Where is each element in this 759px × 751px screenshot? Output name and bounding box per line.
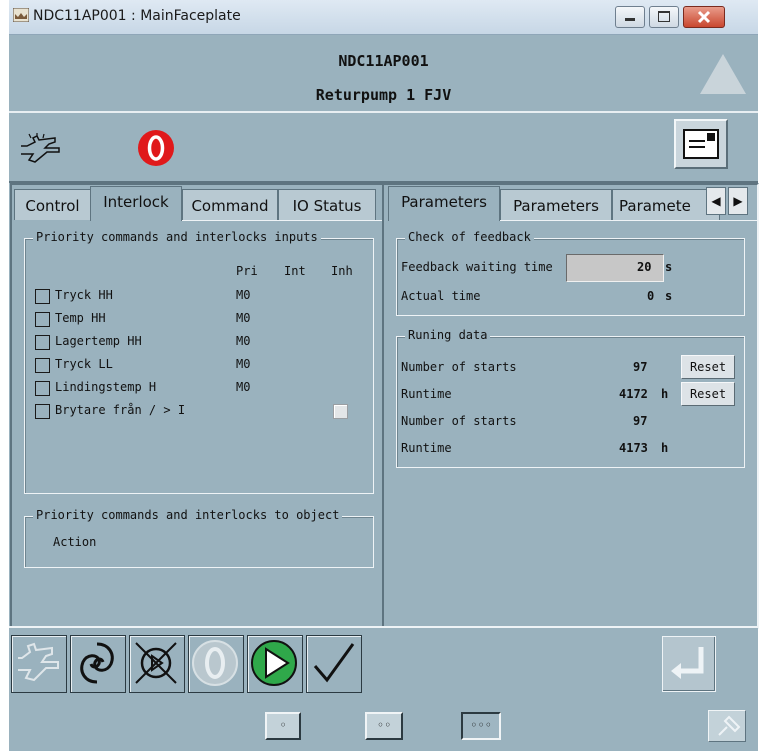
maximize-button[interactable] bbox=[649, 6, 679, 28]
feedback-group: Check of feedback Feedback waiting time … bbox=[396, 230, 745, 316]
manual-button[interactable] bbox=[11, 635, 67, 693]
message-icon bbox=[683, 129, 719, 159]
runtime-value-1: 4172 bbox=[619, 387, 648, 401]
object-tag: NDC11AP001 bbox=[338, 52, 429, 70]
page-three-button[interactable]: ◦◦◦ bbox=[461, 712, 501, 740]
running-group: Runing data Number of starts 97 Reset Ru… bbox=[396, 328, 745, 468]
tab-interlock[interactable]: Interlock bbox=[90, 186, 182, 221]
row-label-lagertemp-hh: Lagertemp HH bbox=[55, 334, 142, 348]
action-label: Action bbox=[53, 535, 97, 549]
starts-label-2: Number of starts bbox=[401, 414, 517, 428]
starts-value-1: 97 bbox=[633, 360, 648, 374]
tab-io-status[interactable]: IO Status bbox=[278, 189, 376, 220]
row-pri-tryck-ll: M0 bbox=[236, 357, 251, 371]
title-bar: NDC11AP001 : MainFaceplate bbox=[9, 0, 758, 35]
return-icon bbox=[671, 647, 704, 679]
page-one-button[interactable]: ◦ bbox=[265, 712, 301, 740]
window-title: NDC11AP001 : MainFaceplate bbox=[33, 8, 241, 24]
actual-time-unit: s bbox=[665, 289, 673, 303]
feedback-group-title: Check of feedback bbox=[405, 230, 534, 244]
out-of-service-icon bbox=[135, 642, 177, 684]
tab-scroll-right-button[interactable]: ▶ bbox=[728, 187, 748, 215]
pin-icon bbox=[718, 715, 741, 736]
row-label-brytare: Brytare från / > I bbox=[55, 403, 186, 417]
message-button[interactable] bbox=[674, 119, 728, 169]
row-pri-temp-hh: M0 bbox=[236, 311, 251, 325]
alarm-triangle-icon bbox=[700, 54, 746, 94]
runtime-unit-2: h bbox=[661, 441, 669, 455]
object-group: Priority commands and interlocks to obje… bbox=[24, 508, 374, 568]
runtime-label-1: Runtime bbox=[401, 387, 452, 401]
stop-disabled-button[interactable] bbox=[188, 635, 244, 693]
reset-starts-button[interactable]: Reset bbox=[681, 355, 735, 379]
column-inh: Inh bbox=[331, 264, 353, 278]
inputs-group-title: Priority commands and interlocks inputs bbox=[33, 230, 321, 244]
hand-icon bbox=[21, 133, 60, 163]
row-label-tryck-ll: Tryck LL bbox=[55, 357, 113, 371]
reset-runtime-button[interactable]: Reset bbox=[681, 382, 735, 406]
auto-button[interactable] bbox=[70, 635, 126, 693]
checkbox-tryck-hh[interactable] bbox=[35, 289, 50, 304]
runtime-value-2: 4173 bbox=[619, 441, 648, 455]
checkbox-lagertemp-hh[interactable] bbox=[35, 335, 50, 350]
column-pri: Pri bbox=[236, 264, 258, 278]
minimize-button[interactable] bbox=[615, 6, 645, 28]
actual-time-value: 0 bbox=[647, 289, 655, 303]
close-button[interactable] bbox=[683, 6, 725, 28]
start-button[interactable] bbox=[247, 635, 303, 693]
page-two-button[interactable]: ◦◦ bbox=[365, 712, 403, 740]
inputs-group: Priority commands and interlocks inputs … bbox=[24, 230, 374, 494]
runtime-label-2: Runtime bbox=[401, 441, 452, 455]
runtime-unit-1: h bbox=[661, 387, 669, 401]
checkbox-tryck-ll[interactable] bbox=[35, 358, 50, 373]
return-button[interactable] bbox=[662, 636, 716, 692]
command-toolbar bbox=[9, 626, 758, 700]
tab-parameters-2[interactable]: Parameters bbox=[500, 189, 612, 220]
manual-icon bbox=[18, 642, 59, 682]
status-bar: ◦ ◦◦ ◦◦◦ bbox=[9, 698, 758, 751]
checkbox-brytare[interactable] bbox=[35, 404, 50, 419]
faceplate-header: NDC11AP001 Returpump 1 FJV bbox=[9, 35, 758, 110]
feedback-waiting-value: 20 bbox=[637, 260, 652, 274]
row-pri-lindingstemp-h: M0 bbox=[236, 380, 251, 394]
tab-control[interactable]: Control bbox=[14, 189, 91, 220]
stop-icon bbox=[138, 130, 174, 166]
left-panel: Control Interlock Command IO Status Prio… bbox=[10, 183, 384, 629]
checkbox-temp-hh[interactable] bbox=[35, 312, 50, 327]
checkbox-lindingstemp-h[interactable] bbox=[35, 381, 50, 396]
feedback-waiting-unit: s bbox=[665, 260, 673, 274]
row-label-tryck-hh: Tryck HH bbox=[55, 288, 113, 302]
feedback-waiting-label: Feedback waiting time bbox=[401, 260, 553, 274]
tab-parameters-1[interactable]: Parameters bbox=[388, 186, 500, 221]
column-int: Int bbox=[284, 264, 306, 278]
row-label-lindingstemp-h: Lindingstemp H bbox=[55, 380, 157, 394]
starts-label-1: Number of starts bbox=[401, 360, 517, 374]
auto-icon bbox=[80, 642, 114, 684]
acknowledge-icon bbox=[313, 643, 355, 683]
row-label-temp-hh: Temp HH bbox=[55, 311, 106, 325]
start-icon bbox=[251, 640, 297, 686]
tab-scroll-left-button[interactable]: ◀ bbox=[706, 187, 726, 215]
inhibit-checkbox-brytare[interactable] bbox=[333, 404, 348, 419]
app-icon bbox=[13, 8, 29, 22]
object-description: Returpump 1 FJV bbox=[315, 86, 452, 104]
acknowledge-button[interactable] bbox=[306, 635, 362, 693]
right-panel: Parameters Parameters Paramete ◀ ▶ Check… bbox=[382, 183, 759, 629]
tab-command[interactable]: Command bbox=[182, 189, 278, 220]
tab-parameters-3[interactable]: Paramete bbox=[612, 189, 720, 220]
stop-disabled-icon bbox=[192, 640, 238, 686]
faceplate-window: NDC11AP001 : MainFaceplate NDC11AP001 Re… bbox=[9, 0, 759, 751]
starts-value-2: 97 bbox=[633, 414, 648, 428]
object-group-title: Priority commands and interlocks to obje… bbox=[33, 508, 343, 522]
row-pri-tryck-hh: M0 bbox=[236, 288, 251, 302]
out-of-service-button[interactable] bbox=[129, 635, 185, 693]
status-toolbar bbox=[9, 111, 758, 183]
actual-time-label: Actual time bbox=[401, 289, 481, 303]
pin-button[interactable] bbox=[708, 710, 746, 742]
running-group-title: Runing data bbox=[405, 328, 491, 342]
row-pri-lagertemp-hh: M0 bbox=[236, 334, 251, 348]
close-icon bbox=[697, 10, 711, 24]
